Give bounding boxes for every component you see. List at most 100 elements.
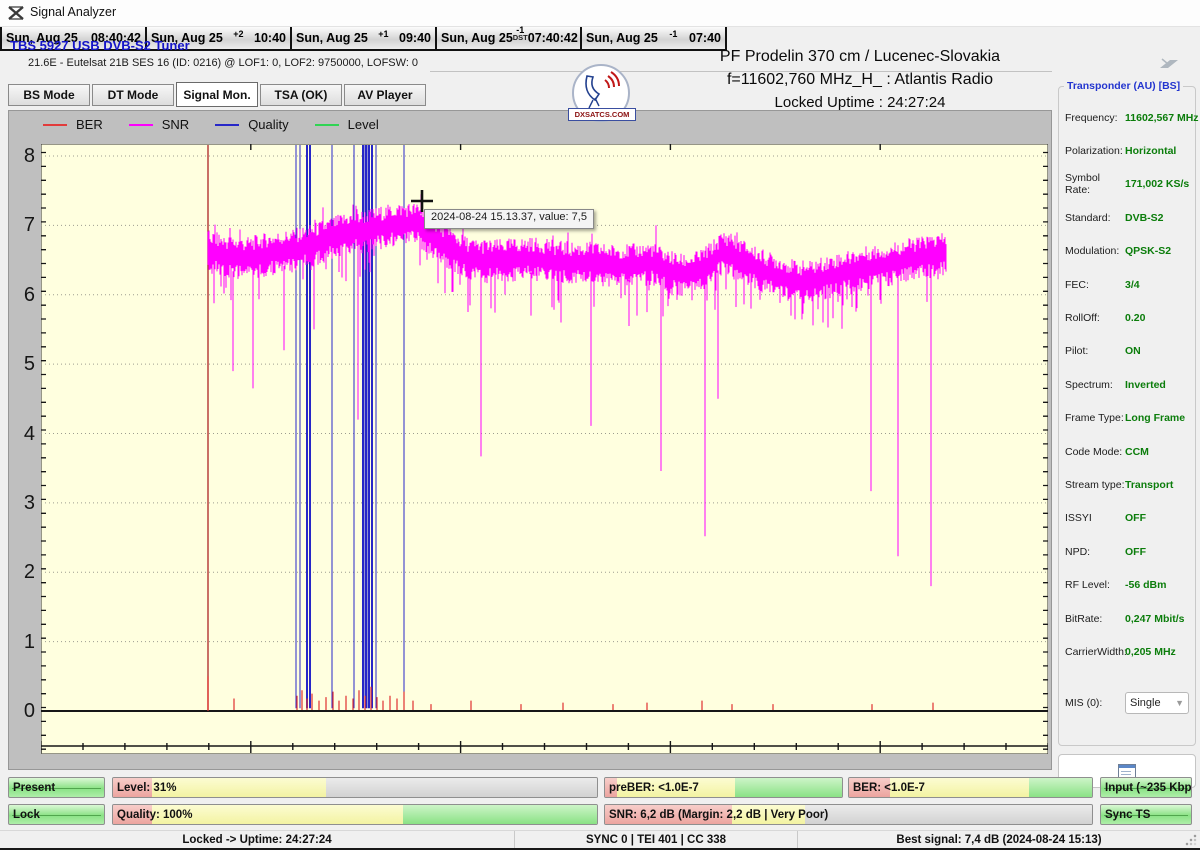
transponder-row-value: 3/4: [1125, 279, 1140, 291]
transponder-row-value: -56 dBm: [1125, 579, 1166, 591]
bar-label: Input (~235 Kbps): [1105, 778, 1192, 797]
y-axis-label: 1: [11, 632, 35, 652]
tab-dt-mode[interactable]: DT Mode: [92, 84, 174, 106]
y-axis-label: 2: [11, 562, 35, 582]
bar-label: Quality: 100%: [117, 805, 192, 824]
bar-segments: [113, 778, 597, 797]
clock-time-value: 09:40: [399, 31, 431, 45]
transponder-row-value: 171,002 KS/s: [1125, 178, 1189, 190]
tuner-subtitle: 21.6E - Eutelsat 21B SES 16 (ID: 0216) @…: [28, 57, 418, 69]
satellite-clipart-icon: [1158, 56, 1180, 70]
tab-signal-mon[interactable]: Signal Mon.: [176, 82, 258, 107]
transponder-row-label: Polarization:: [1065, 145, 1125, 157]
transponder-row-label: BitRate:: [1065, 613, 1125, 625]
bar-segment-green: [1029, 778, 1092, 797]
antenna-location-text: PF Prodelin 370 cm / Lucenec-Slovakia: [620, 48, 1100, 66]
transponder-row-value: Long Frame: [1125, 412, 1185, 424]
indicator-bar-quality: Quality: 100%: [112, 804, 598, 825]
indicator-bar-ber: BER: <1.0E-7: [848, 777, 1093, 798]
transponder-row-value: 0.20: [1125, 312, 1145, 324]
transponder-row: Code Mode:CCM: [1065, 435, 1189, 468]
transponder-row-value: ON: [1125, 345, 1141, 357]
bar-label: Level: 31%: [117, 778, 176, 797]
statusbar-best-signal: Best signal: 7,4 dB (2024-08-24 15:13): [798, 831, 1200, 849]
transponder-row: BitRate:0,247 Mbit/s: [1065, 602, 1189, 635]
transponder-row-label: CarrierWidth:: [1065, 646, 1125, 658]
transponder-row: Modulation:QPSK-S2: [1065, 235, 1189, 268]
plot-area[interactable]: 012345678: [41, 144, 1048, 754]
y-axis-label: 4: [11, 424, 35, 444]
transponder-row: Spectrum:Inverted: [1065, 368, 1189, 401]
transponder-row-value: DVB-S2: [1125, 212, 1164, 224]
transponder-panel: Transponder (AU) [BS] Frequency:11602,56…: [1058, 86, 1196, 746]
transponder-row: Polarization:Horizontal: [1065, 134, 1189, 167]
transponder-row: RollOff:0.20: [1065, 301, 1189, 334]
mis-row: MIS (0): Single ▼: [1065, 692, 1189, 714]
window-titlebar: Signal Analyzer: [0, 0, 1200, 27]
window-title: Signal Analyzer: [30, 5, 116, 19]
transponder-row: ISSYIOFF: [1065, 502, 1189, 535]
legend-item-snr: SNR: [129, 117, 189, 132]
clock-date: Sun, Aug 25: [296, 31, 368, 45]
station-header: PF Prodelin 370 cm / Lucenec-Slovakia f=…: [620, 48, 1100, 111]
transponder-row-label: Modulation:: [1065, 245, 1125, 257]
transponder-row-label: Stream type:: [1065, 479, 1125, 491]
signal-plot-svg[interactable]: [41, 144, 1048, 754]
tuner-title: TBS 5927 USB DVB-S2 Tuner: [10, 38, 190, 53]
bar-label: BER: <1.0E-7: [853, 778, 925, 797]
transponder-row: CarrierWidth:0,205 MHz: [1065, 635, 1189, 668]
bar-label: Lock: [13, 805, 40, 824]
transponder-rows: Frequency:11602,567 MHzPolarization:Hori…: [1065, 101, 1189, 669]
y-axis-label: 0: [11, 701, 35, 721]
transponder-row: RF Level:-56 dBm: [1065, 568, 1189, 601]
transponder-row-label: FEC:: [1065, 279, 1125, 291]
transponder-row-label: RF Level:: [1065, 579, 1125, 591]
y-axis-label: 7: [11, 215, 35, 235]
transponder-row-value: 11602,567 MHz: [1125, 112, 1199, 124]
transponder-row-value: OFF: [1125, 546, 1146, 558]
clock-date: Sun, Aug 25: [441, 31, 513, 45]
tab-tsa[interactable]: TSA (OK): [260, 84, 342, 106]
transponder-row: Standard:DVB-S2: [1065, 201, 1189, 234]
transponder-row-value: Inverted: [1125, 379, 1166, 391]
transponder-row-label: Pilot:: [1065, 345, 1125, 357]
bar-label: Present: [13, 778, 55, 797]
statusbar-uptime: Locked -> Uptime: 24:27:24: [0, 831, 515, 849]
clock-time-value: 07:40:42: [528, 31, 578, 45]
y-axis-label: 3: [11, 493, 35, 513]
clock-date: Sun, Aug 25: [586, 31, 658, 45]
transponder-row-label: Frequency:: [1065, 112, 1125, 124]
transponder-row: Symbol Rate:171,002 KS/s: [1065, 168, 1189, 201]
clock-time-value: 10:40: [254, 31, 286, 45]
clock-time-value: 07:40: [689, 31, 721, 45]
clock-utc-offset: -1DST: [513, 26, 528, 42]
mis-dropdown[interactable]: Single ▼: [1125, 692, 1189, 714]
dxsatcs-logo: DXSATCS.COM: [572, 64, 630, 122]
indicator-bar-preber: preBER: <1.0E-7: [604, 777, 843, 798]
ber-line-swatch: [43, 124, 67, 126]
app-icon: [8, 5, 24, 21]
clock-time-row: Sun, Aug 25+109:40: [292, 26, 435, 49]
mis-label: MIS (0):: [1065, 697, 1125, 709]
transponder-row: Stream type:Transport: [1065, 468, 1189, 501]
indicator-bar-snr: SNR: 6,2 dB (Margin: 2,2 dB | Very Poor): [604, 804, 1093, 825]
level-line-swatch: [315, 124, 339, 126]
clock-time-row: Sun, Aug 25-107:40: [582, 26, 725, 49]
transponder-row-value: CCM: [1125, 446, 1149, 458]
transponder-row-label: NPD:: [1065, 546, 1125, 558]
indicator-bar-input-235-kbps-: Input (~235 Kbps): [1100, 777, 1192, 798]
transponder-row-label: Code Mode:: [1065, 446, 1125, 458]
tab-av-player[interactable]: AV Player: [344, 84, 426, 106]
resize-grip[interactable]: [1185, 834, 1197, 846]
transponder-row-label: Frame Type:: [1065, 412, 1125, 424]
transponder-row-value: 0,205 MHz: [1125, 646, 1176, 658]
transponder-row: Pilot:ON: [1065, 335, 1189, 368]
satellite-dish-icon: [579, 70, 621, 110]
locked-uptime-text: Locked Uptime : 24:27:24: [620, 94, 1100, 111]
statusbar-sync-counters: SYNC 0 | TEI 401 | CC 338: [515, 831, 798, 849]
tab-bs-mode[interactable]: BS Mode: [8, 84, 90, 106]
indicator-bar-sync-ts: Sync TS: [1100, 804, 1192, 825]
transponder-row-label: Spectrum:: [1065, 379, 1125, 391]
y-axis-label: 8: [11, 146, 35, 166]
transponder-row-value: Horizontal: [1125, 145, 1176, 157]
